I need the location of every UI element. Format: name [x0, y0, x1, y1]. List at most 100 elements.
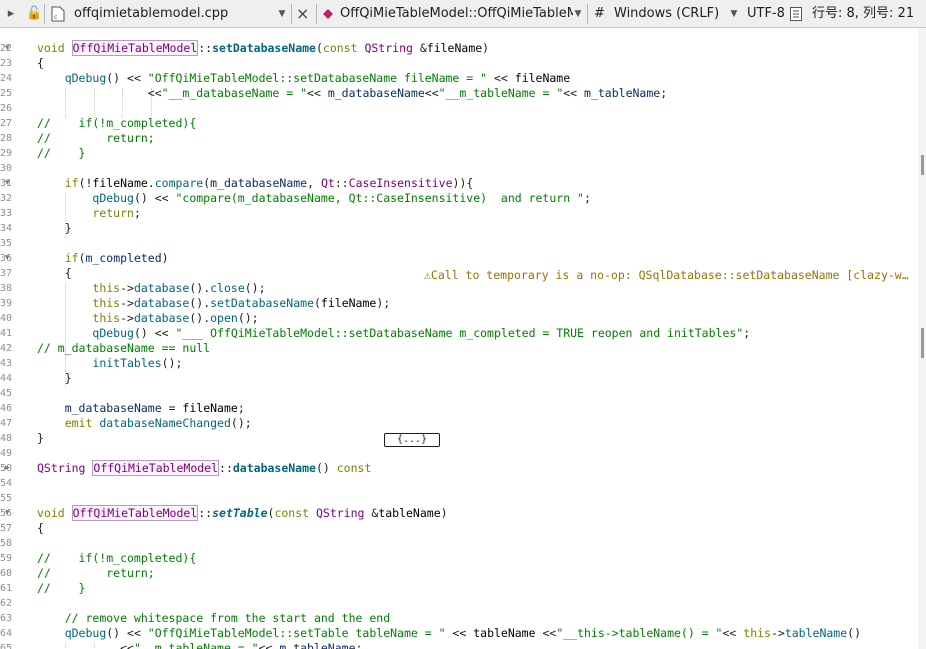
line-number: 38 — [0, 283, 12, 294]
fold-toggle-icon[interactable]: ▾ — [5, 176, 15, 191]
code-token: database — [133, 281, 190, 295]
clazy-warning-annotation[interactable]: ⚠Call to temporary is a no-op: QSqlDatab… — [424, 268, 909, 283]
code-line[interactable]: 65 <<"__m_tableName = "<< m_tableName; — [0, 641, 918, 649]
code-line[interactable]: 54 — [0, 476, 918, 491]
line-number: 47 — [0, 418, 12, 429]
code-token: "OffQiMieTableModel::setTable tableName … — [147, 626, 446, 640]
code-token: // return; — [37, 131, 155, 145]
code-editor[interactable]: 22 ▾ void OffQiMieTableModel::setDatabaseN… — [0, 28, 918, 649]
line-number: 45 — [0, 388, 12, 399]
nav-back-icon[interactable]: ▸ — [4, 0, 18, 28]
code-text: if(!fileName.compare(m_databaseName, Qt:… — [37, 176, 474, 191]
code-line[interactable]: 50 ▸ QString OffQiMieTableModel::databaseN… — [0, 460, 918, 476]
code-line[interactable]: 62 — [0, 596, 918, 611]
code-line[interactable]: 28 // return; — [0, 131, 918, 146]
code-line[interactable]: 32 qDebug() << "compare(m_databaseName, … — [0, 191, 918, 206]
code-line[interactable]: 58 — [0, 536, 918, 551]
symbol-dropdown[interactable]: OffQiMieTableModel::OffQiMieTableM… — [340, 0, 573, 28]
fold-toggle-icon[interactable]: ▾ — [5, 506, 15, 521]
code-token: initTables — [92, 356, 162, 370]
line-number: 59 — [0, 553, 12, 564]
code-line[interactable]: 43 initTables(); — [0, 356, 918, 371]
code-line[interactable]: 48} — [0, 431, 918, 446]
code-token: QString — [37, 461, 93, 475]
code-line[interactable]: 56 ▾ void OffQiMieTableModel::setTable(con… — [0, 505, 918, 521]
code-line[interactable]: 39 this->database().setDatabaseName(file… — [0, 296, 918, 311]
line-ending-dropdown[interactable]: Windows (CRLF) — [614, 0, 724, 28]
code-line[interactable]: 23 { — [0, 56, 918, 71]
code-token: void — [37, 41, 72, 55]
code-token: OffQiMieTableModel — [71, 40, 199, 56]
close-file-button[interactable]: × — [296, 0, 310, 28]
chevron-down-icon[interactable]: ▼ — [573, 0, 583, 28]
code-token: << — [487, 71, 515, 85]
code-line[interactable]: 30 — [0, 161, 918, 176]
code-line[interactable]: 22 ▾ void OffQiMieTableModel::setDatabaseN… — [0, 40, 918, 56]
chevron-down-icon[interactable]: ▼ — [276, 0, 288, 28]
collapsed-code-block[interactable]: {...} — [384, 433, 440, 447]
code-line[interactable]: 45 — [0, 386, 918, 401]
code-line[interactable]: 33 return; — [0, 206, 918, 221]
code-line[interactable]: 36 ▾ if(m_completed) — [0, 251, 918, 266]
code-token: tableName — [473, 626, 536, 640]
code-line[interactable]: 61 // } — [0, 581, 918, 596]
code-line[interactable]: 57 { — [0, 521, 918, 536]
code-token: m_databaseName — [210, 176, 308, 190]
code-line[interactable]: 24 qDebug() << "OffQiMieTableModel::setD… — [0, 71, 918, 86]
code-line[interactable]: 26 — [0, 101, 918, 116]
function-symbol-icon — [321, 0, 335, 28]
code-token: Qt — [320, 176, 335, 190]
code-token: const — [322, 41, 365, 55]
code-text: <<"__m_databaseName = "<< m_databaseName… — [37, 86, 667, 101]
code-line[interactable]: 34 } — [0, 221, 918, 236]
line-number: 33 — [0, 208, 12, 219]
encoding-label[interactable]: UTF-8 — [747, 0, 787, 28]
code-line[interactable]: 46 m_databaseName = fileName; — [0, 401, 918, 416]
code-line[interactable]: 59 // if(!m_completed){ — [0, 551, 918, 566]
code-token: setDatabaseName — [210, 296, 314, 310]
fold-toggle-icon[interactable]: ▾ — [5, 251, 15, 266]
code-token: (); — [244, 281, 266, 295]
line-number: 44 — [0, 373, 12, 384]
line-number: 65 — [0, 643, 12, 649]
file-name-dropdown[interactable]: offqimietablemodel.cpp — [74, 0, 274, 28]
code-token: :: — [198, 506, 213, 520]
code-line[interactable]: 49 — [0, 446, 918, 461]
code-token: (). — [189, 311, 211, 325]
scrollbar-thumb[interactable] — [921, 328, 924, 358]
code-line[interactable]: 60 // return; — [0, 566, 918, 581]
cursor-position-label[interactable]: 行号: 8, 列号: 21 — [812, 0, 922, 28]
code-line[interactable]: 55 — [0, 491, 918, 506]
code-line[interactable]: 47 emit databaseNameChanged(); — [0, 416, 918, 431]
code-line[interactable]: 29 // } — [0, 146, 918, 161]
line-number: 27 — [0, 118, 12, 129]
code-line[interactable]: 42 // m_databaseName == null — [0, 341, 918, 356]
chevron-down-icon[interactable]: ▼ — [729, 0, 739, 28]
code-line[interactable]: 31 ▾ if(!fileName.compare(m_databaseName,… — [0, 176, 918, 191]
fold-toggle-icon[interactable]: ▾ — [5, 41, 15, 56]
code-text: { — [37, 521, 44, 536]
code-line[interactable]: 25 <<"__m_databaseName = "<< m_databaseN… — [0, 86, 918, 101]
code-line[interactable]: 27 // if(!m_completed){ — [0, 116, 918, 131]
lock-icon[interactable]: 🔓 — [26, 0, 42, 28]
line-number: 29 — [0, 148, 12, 159]
code-text: if(m_completed) — [37, 251, 169, 266]
code-line[interactable]: 63 // remove whitespace from the start a… — [0, 611, 918, 626]
code-line[interactable]: 40 this->database().open(); — [0, 311, 918, 326]
code-line[interactable]: 44 } — [0, 371, 918, 386]
code-line[interactable]: 38 this->database().close(); — [0, 281, 918, 296]
code-token: m_databaseName — [64, 401, 162, 415]
code-token: << — [445, 626, 474, 640]
vertical-scrollbar[interactable] — [918, 28, 926, 649]
document-icon[interactable] — [788, 0, 804, 28]
code-token: emit — [64, 416, 100, 430]
line-number: 25 — [0, 88, 12, 99]
code-line[interactable]: 64 qDebug() << "OffQiMieTableModel::setT… — [0, 626, 918, 641]
fold-toggle-icon[interactable]: ▸ — [5, 461, 15, 476]
code-line[interactable]: 41 qDebug() << "___ OffQiMieTableModel::… — [0, 326, 918, 341]
code-line[interactable]: 35 — [0, 236, 918, 251]
